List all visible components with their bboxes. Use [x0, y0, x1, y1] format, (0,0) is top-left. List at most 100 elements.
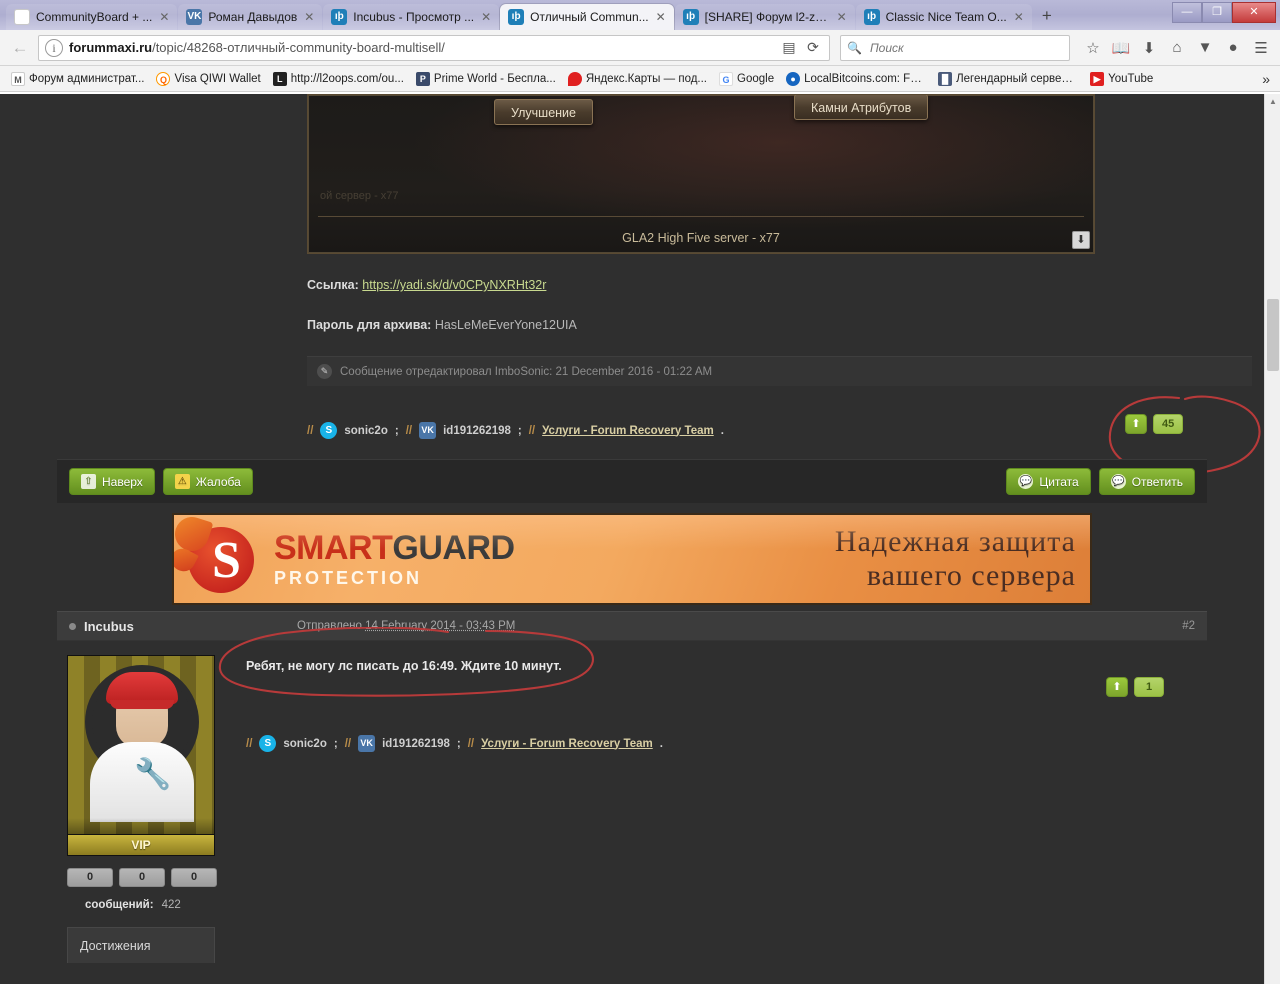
maximize-button[interactable]: ❐	[1202, 2, 1232, 23]
message-count-value: 422	[161, 899, 181, 911]
post-2: Incubus Отправлено 14 February 2014 - 03…	[57, 611, 1207, 963]
menu-icon[interactable]: ☰	[1248, 35, 1274, 61]
reader-mode-icon[interactable]: ▤	[777, 39, 801, 56]
sync-icon[interactable]: ●	[1220, 35, 1246, 61]
improvement-button[interactable]: Улучшение	[494, 99, 593, 125]
star-icon[interactable]: ☆	[1080, 35, 1106, 61]
online-status-icon	[69, 622, 76, 630]
vk-icon: VK	[186, 9, 203, 25]
tab-title: CommunityBoard + ...	[36, 10, 153, 24]
rep-up-icon[interactable]: ⬆	[1125, 414, 1147, 434]
home-icon[interactable]: ⌂	[1164, 35, 1190, 61]
rep-up-icon[interactable]: ⬆	[1106, 677, 1128, 697]
scrollbar-thumb[interactable]	[1267, 299, 1279, 371]
services-link[interactable]: Услуги - Forum Recovery Team	[481, 738, 653, 750]
close-icon[interactable]: ✕	[479, 10, 493, 24]
close-icon[interactable]: ✕	[157, 10, 171, 24]
back-icon[interactable]: ←	[6, 34, 34, 62]
banner-title: SMARTGUARD	[274, 530, 515, 566]
tab-title: Роман Давыдов	[208, 10, 298, 24]
banner-word1: SMART	[274, 528, 393, 567]
qiwi-icon: Q	[156, 71, 171, 86]
bookmark-item[interactable]: ● LocalBitcoins.com: Fa...	[781, 70, 931, 88]
bookmark-item[interactable]: ▶ YouTube	[1085, 70, 1158, 88]
close-icon[interactable]: ✕	[654, 10, 668, 24]
avatar[interactable]: 🔧	[67, 655, 215, 835]
separator: //	[246, 737, 253, 750]
scroll-to-top-button[interactable]: ⇧ Наверх	[69, 468, 155, 495]
banner-tagline: Надежная защита вашего сервера	[835, 525, 1090, 593]
new-tab-button[interactable]: +	[1033, 4, 1061, 30]
bookmark-item[interactable]: Lhttp://l2oops.com/ou...	[268, 70, 409, 88]
services-link[interactable]: Услуги - Forum Recovery Team	[542, 425, 714, 437]
server-caption: GLA2 High Five server - x77	[622, 231, 780, 245]
window-controls: — ❐ ✕	[1172, 2, 1276, 23]
close-icon[interactable]: ✕	[1012, 10, 1026, 24]
reload-icon[interactable]: ⟳	[801, 39, 825, 56]
browser-tab-2[interactable]: ıþ Incubus - Просмотр ... ✕	[323, 4, 500, 30]
quote-button[interactable]: 💬 Цитата	[1006, 468, 1091, 495]
forum-icon: ıþ	[682, 9, 699, 25]
logo-letter: S	[212, 532, 241, 589]
reply-button[interactable]: 💬 Ответить	[1098, 468, 1195, 495]
pip-2[interactable]: 0	[171, 868, 217, 887]
minimize-button[interactable]: —	[1172, 2, 1202, 23]
bookmark-item[interactable]: M Форум администрат...	[6, 70, 149, 88]
close-window-button[interactable]: ✕	[1232, 2, 1276, 23]
search-bar[interactable]: 🔍	[840, 34, 1070, 61]
browser-tab-5[interactable]: ıþ Classic Nice Team O... ✕	[855, 4, 1032, 30]
page-wrapper: Улучшение Камни Атрибутов ой сервер - x7…	[57, 94, 1261, 963]
toolbar-icons: ☆ 📖 ⬇ ⌂ ▼ ● ☰	[1080, 35, 1274, 61]
password-label: Пароль для архива:	[307, 318, 432, 332]
post-2-reputation: ⬆ 1	[1106, 677, 1164, 697]
post-author-name[interactable]: Incubus	[84, 619, 134, 634]
page-viewport: Улучшение Камни Атрибутов ой сервер - x7…	[0, 94, 1280, 984]
user-pips: 0 0 0	[67, 868, 232, 887]
address-bar[interactable]: i forummaxi.ru/topic/48268-отличный-comm…	[38, 34, 830, 61]
browser-tab-0[interactable]: M CommunityBoard + ... ✕	[6, 4, 178, 30]
library-icon[interactable]: 📖	[1108, 35, 1134, 61]
yadi-link[interactable]: https://yadi.sk/d/v0CPyNXRHt32r	[362, 278, 546, 292]
download-icon[interactable]: ⬇	[1072, 231, 1090, 249]
bookmark-item[interactable]: G Google	[714, 70, 779, 88]
bookmark-item[interactable]: Q Visa QIWI Wallet	[151, 70, 265, 88]
bookmark-label: Легендарный сервер ...	[956, 72, 1079, 85]
forum-page: Улучшение Камни Атрибутов ой сервер - x7…	[0, 94, 1264, 984]
post-2-body: 🔧 VIP 0 0 0 сообщений: 422 Достижения Ре…	[57, 627, 1207, 963]
title-bar: M CommunityBoard + ... ✕ VK Роман Давыдо…	[0, 0, 1280, 30]
rep-count[interactable]: 45	[1153, 414, 1184, 434]
smartguard-banner[interactable]: S SMARTGUARD PROTECTION Надежная защита …	[172, 513, 1092, 605]
achievements-section[interactable]: Достижения	[67, 927, 215, 963]
sent-date: 14 February 2014 - 03:43 PM	[365, 620, 516, 632]
browser-tab-3-active[interactable]: ıþ Отличный Commun... ✕	[500, 4, 674, 30]
download-icon[interactable]: ⬇	[1136, 35, 1162, 61]
post-number[interactable]: #2	[1182, 620, 1195, 632]
vk-icon: VK	[419, 422, 437, 439]
action-bar-right: 💬 Цитата 💬 Ответить	[998, 468, 1195, 495]
forum-icon: ıþ	[331, 9, 348, 25]
attribute-stones-button[interactable]: Камни Атрибутов	[794, 95, 929, 120]
browser-tab-4[interactable]: ıþ [SHARE] Форум l2-ze... ✕	[674, 4, 855, 30]
rep-count[interactable]: 1	[1134, 677, 1164, 697]
page-scrollbar[interactable]: ▲	[1264, 94, 1280, 984]
bookmark-item[interactable]: █ Легендарный сервер ...	[933, 70, 1083, 88]
url-path: /topic/48268-отличный-community-board-mu…	[152, 40, 445, 55]
search-input[interactable]	[867, 39, 1063, 56]
bookmark-item[interactable]: Яндекс.Карты — под...	[563, 70, 712, 88]
pip-0[interactable]: 0	[67, 868, 113, 887]
bookmark-item[interactable]: P Prime World - Беспла...	[411, 70, 561, 88]
pip-1[interactable]: 0	[119, 868, 165, 887]
close-icon[interactable]: ✕	[302, 10, 316, 24]
site-info-icon[interactable]: i	[45, 38, 63, 57]
scroll-up-icon[interactable]: ▲	[1265, 94, 1280, 110]
url-text: forummaxi.ru/topic/48268-отличный-commun…	[69, 40, 777, 55]
pocket-icon[interactable]: ▼	[1192, 35, 1218, 61]
banner-word2: GUARD	[392, 528, 515, 567]
password-row: Пароль для архива: HasLeMeEverYone12UIA	[307, 312, 1207, 338]
report-button[interactable]: ⚠ Жалоба	[162, 468, 253, 495]
close-icon[interactable]: ✕	[835, 10, 849, 24]
bookmarks-overflow-icon[interactable]: »	[1262, 71, 1274, 87]
browser-tab-1[interactable]: VK Роман Давыдов ✕	[178, 4, 323, 30]
tab-strip: M CommunityBoard + ... ✕ VK Роман Давыдо…	[6, 0, 1280, 30]
post-1-action-bar: ⇧ Наверх ⚠ Жалоба 💬 Цитата 💬 Ответить	[57, 459, 1207, 503]
